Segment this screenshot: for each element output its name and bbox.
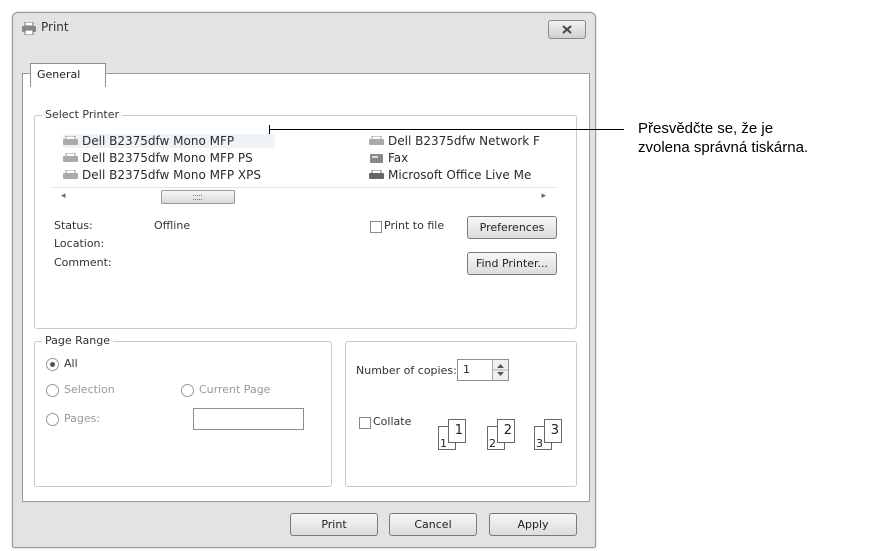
printer-icon <box>63 169 78 179</box>
pages-label: Pages: <box>64 412 101 425</box>
printer-icon <box>63 152 78 162</box>
scroll-left-icon[interactable]: ◂ <box>61 191 66 201</box>
printer-item-mono-mfp-xps[interactable]: Dell B2375dfw Mono MFP XPS <box>63 168 261 182</box>
close-button[interactable] <box>548 20 586 39</box>
printer-name: Dell B2375dfw Mono MFP XPS <box>82 168 261 182</box>
fax-icon <box>370 153 383 163</box>
printer-item-mono-mfp[interactable]: Dell B2375dfw Mono MFP <box>63 134 275 148</box>
printer-name: Dell B2375dfw Network F <box>388 134 540 148</box>
grip-icon <box>193 195 202 200</box>
find-printer-button[interactable]: Find Printer... <box>467 252 557 275</box>
printer-name: Fax <box>388 151 409 165</box>
printer-name: Microsoft Office Live Me <box>388 168 532 182</box>
current-page-label: Current Page <box>199 383 271 396</box>
callout-line-1: Přesvědčte se, že je <box>638 120 774 137</box>
spin-arrows-icon <box>493 364 508 376</box>
cancel-button[interactable]: Cancel <box>389 513 477 536</box>
selection-label: Selection <box>64 383 115 396</box>
apply-button[interactable]: Apply <box>489 513 577 536</box>
status-label: Status: <box>54 219 93 232</box>
all-label: All <box>64 357 78 370</box>
tab-general[interactable]: General <box>30 63 106 87</box>
title-bar: Print <box>13 13 595 43</box>
callout-line-2: zvolena správná tiskárna. <box>638 139 809 156</box>
page-icon: 2 <box>497 419 515 443</box>
collate-label: Collate <box>373 415 412 428</box>
location-label: Location: <box>54 237 105 250</box>
printer-icon <box>369 135 384 145</box>
preferences-button[interactable]: Preferences <box>467 216 557 239</box>
page-range-label: Page Range <box>42 334 113 347</box>
pages-radio[interactable] <box>46 413 59 426</box>
printer-icon <box>63 135 78 145</box>
close-icon <box>562 25 572 34</box>
printer-icon <box>369 169 384 179</box>
printer-item-network[interactable]: Dell B2375dfw Network F <box>369 134 540 148</box>
printer-icon <box>22 22 36 35</box>
window-title: Print <box>41 20 69 34</box>
printer-name: Dell B2375dfw Mono MFP PS <box>82 151 253 165</box>
printer-name: Dell B2375dfw Mono MFP <box>82 134 235 148</box>
copies-value: 1 <box>463 363 470 376</box>
print-to-file-label: Print to file <box>384 219 445 232</box>
print-to-file-checkbox[interactable] <box>370 221 382 233</box>
page-icon: 3 <box>544 419 562 443</box>
printer-item-office-live[interactable]: Microsoft Office Live Me <box>369 168 531 182</box>
print-dialog: Print General Select Printer Dell B2375d… <box>12 12 596 548</box>
printer-item-mono-mfp-ps[interactable]: Dell B2375dfw Mono MFP PS <box>63 151 253 165</box>
printer-item-fax[interactable]: Fax <box>369 151 408 165</box>
page-icon: 1 <box>448 419 466 443</box>
all-radio[interactable] <box>46 358 59 371</box>
select-printer-label: Select Printer <box>42 108 123 121</box>
number-of-copies-label: Number of copies: <box>356 364 457 377</box>
comment-label: Comment: <box>54 256 112 269</box>
scrollbar-thumb[interactable] <box>161 190 235 204</box>
callout-text: Přesvědčte se, že je zvolena správná tis… <box>638 119 808 157</box>
scroll-right-icon[interactable]: ▸ <box>541 191 546 201</box>
spin-buttons[interactable] <box>492 360 508 380</box>
current-page-radio[interactable] <box>181 384 194 397</box>
printer-list-scrollbar[interactable]: ◂ ▸ <box>51 187 556 205</box>
pages-input[interactable] <box>193 408 304 430</box>
collate-checkbox[interactable] <box>359 417 371 429</box>
status-value: Offline <box>154 219 191 232</box>
tab-general-label: General <box>37 68 81 81</box>
copies-stepper[interactable]: 1 <box>457 359 509 381</box>
print-button[interactable]: Print <box>290 513 378 536</box>
callout-line <box>269 129 624 130</box>
selection-radio[interactable] <box>46 384 59 397</box>
